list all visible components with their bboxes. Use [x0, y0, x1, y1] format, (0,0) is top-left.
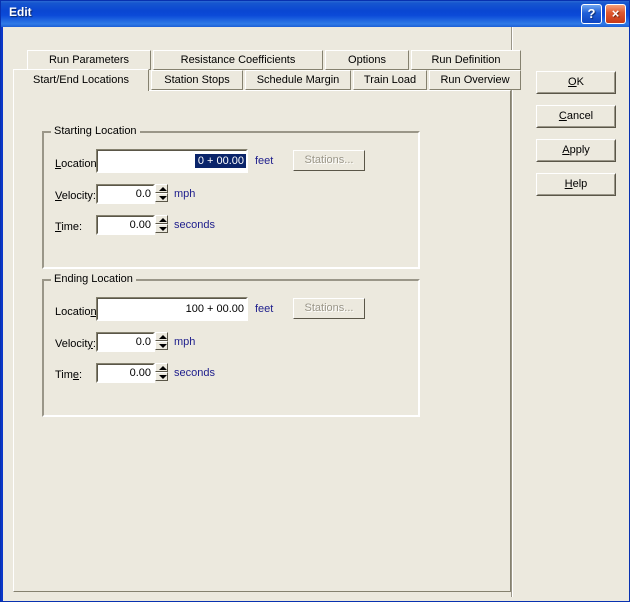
ending-velocity-label-rest: Velocit: [55, 338, 88, 350]
edit-dialog-window: Edit ? × Run Parameters Resistance Coeff…: [0, 0, 630, 602]
ending-time-input[interactable]: 0.00: [96, 363, 155, 383]
starting-location-input[interactable]: 0 + 00.00: [96, 149, 248, 173]
ending-time-spinner[interactable]: [155, 363, 168, 382]
ending-time-label: Time:: [55, 369, 83, 381]
starting-location-label-rest: ocation:: [61, 158, 100, 170]
ending-velocity-unit: mph: [174, 336, 196, 348]
ending-time-label-rest: Tim: [55, 369, 73, 381]
apply-label-rest: pply: [569, 144, 590, 156]
tab-train-load[interactable]: Train Load: [353, 70, 427, 90]
starting-time-spinner[interactable]: [155, 215, 168, 234]
starting-location-value: 0 + 00.00: [194, 154, 246, 168]
close-icon[interactable]: ×: [605, 4, 626, 24]
ok-button[interactable]: OK: [536, 71, 616, 94]
starting-location-unit: feet: [255, 155, 274, 167]
starting-time-value: 0.00: [129, 219, 151, 231]
starting-velocity-spinner[interactable]: [155, 184, 168, 203]
starting-time-label-rest: ime:: [61, 221, 83, 233]
ending-velocity-spin-up-icon[interactable]: [155, 332, 168, 341]
starting-velocity-label: Velocity:: [55, 190, 96, 202]
ending-time-unit: seconds: [174, 367, 215, 379]
ending-location-input[interactable]: 100 + 00.00: [96, 297, 248, 321]
apply-accel: A: [562, 144, 570, 156]
help-question-icon[interactable]: ?: [581, 4, 602, 24]
dialog-client-area: Run Parameters Resistance Coefficients O…: [3, 27, 629, 601]
ending-location-label-rest: Locatio: [55, 306, 91, 318]
ending-time-accel: e: [72, 369, 80, 381]
starting-location-label: Location:: [55, 158, 100, 170]
starting-time-spin-up-icon[interactable]: [155, 215, 168, 224]
ending-location-group-title: Ending Location: [51, 273, 136, 285]
tab-row-top: Run Parameters Resistance Coefficients O…: [13, 50, 521, 70]
ending-location-label: Location:: [55, 306, 100, 318]
ok-accel: O: [568, 76, 577, 88]
tab-schedule-margin[interactable]: Schedule Margin: [245, 70, 351, 90]
help-button[interactable]: Help: [536, 173, 616, 196]
ending-location-group: Ending Location Location: 100 + 00.00 fe…: [42, 273, 420, 417]
ending-velocity-input[interactable]: 0.0: [96, 332, 155, 352]
title-bar: Edit ? ×: [1, 1, 629, 27]
starting-time-unit: seconds: [174, 219, 215, 231]
help-label-rest: elp: [572, 178, 588, 190]
starting-velocity-input[interactable]: 0.0: [96, 184, 155, 204]
ending-velocity-accel: y: [87, 338, 93, 350]
ending-velocity-label: Velocity:: [55, 338, 96, 350]
apply-button[interactable]: Apply: [536, 139, 616, 162]
tab-start-end-locations[interactable]: Start/End Locations: [13, 69, 149, 91]
ending-stations-button[interactable]: Stations...: [293, 298, 365, 319]
starting-velocity-spin-down-icon[interactable]: [155, 193, 168, 202]
help-accel: H: [564, 178, 573, 190]
tab-station-stops[interactable]: Station Stops: [151, 70, 243, 90]
ending-time-value: 0.00: [129, 367, 151, 379]
starting-stations-button[interactable]: Stations...: [293, 150, 365, 171]
tab-run-overview[interactable]: Run Overview: [429, 70, 521, 90]
starting-location-group-title: Starting Location: [51, 125, 140, 137]
starting-velocity-unit: mph: [174, 188, 196, 200]
tab-row-bottom: Start/End Locations Station Stops Schedu…: [13, 69, 521, 91]
starting-velocity-value: 0.0: [135, 188, 151, 200]
ok-label-rest: K: [576, 76, 584, 88]
tab-page-start-end-locations: Starting Location Location: 0 + 00.00 fe…: [13, 90, 511, 592]
ending-location-unit: feet: [255, 303, 274, 315]
tab-resistance-coefficients[interactable]: Resistance Coefficients: [153, 50, 323, 70]
panel-divider: [511, 27, 513, 597]
starting-velocity-label-rest: elocity:: [61, 190, 96, 202]
starting-velocity-accel: V: [55, 190, 62, 202]
ending-velocity-value: 0.0: [135, 336, 151, 348]
cancel-label-rest: ancel: [566, 110, 594, 122]
tab-control: Run Parameters Resistance Coefficients O…: [13, 50, 521, 592]
starting-time-spin-down-icon[interactable]: [155, 224, 168, 233]
starting-time-input[interactable]: 0.00: [96, 215, 155, 235]
starting-location-group: Starting Location Location: 0 + 00.00 fe…: [42, 125, 420, 269]
cancel-accel: C: [558, 110, 567, 122]
ending-velocity-spin-down-icon[interactable]: [155, 341, 168, 350]
ending-location-value: 100 + 00.00: [185, 303, 244, 315]
starting-velocity-spin-up-icon[interactable]: [155, 184, 168, 193]
tab-run-parameters[interactable]: Run Parameters: [27, 50, 151, 70]
ending-velocity-spinner[interactable]: [155, 332, 168, 351]
ending-time-spin-down-icon[interactable]: [155, 372, 168, 381]
window-title: Edit: [9, 5, 32, 19]
tab-options[interactable]: Options: [325, 50, 409, 70]
starting-time-label: Time:: [55, 221, 82, 233]
cancel-button[interactable]: Cancel: [536, 105, 616, 128]
ending-time-spin-up-icon[interactable]: [155, 363, 168, 372]
tab-run-definition[interactable]: Run Definition: [411, 50, 521, 70]
